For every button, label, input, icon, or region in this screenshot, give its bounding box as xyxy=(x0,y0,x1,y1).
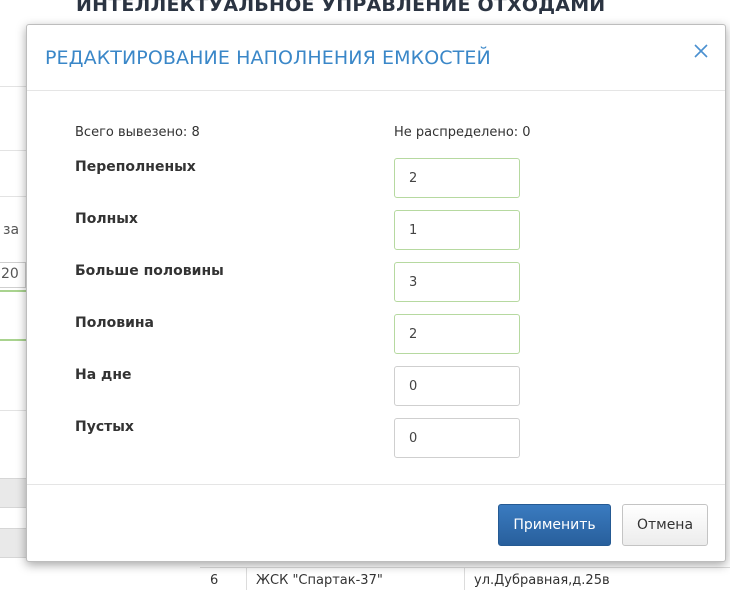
table-row[interactable]: 6 ЖСК "Спартак-37" ул.Дубравная,д.25в xyxy=(200,567,730,590)
half-label: Половина xyxy=(75,315,154,331)
apply-button[interactable]: Применить xyxy=(498,504,611,546)
modal-footer-divider xyxy=(27,484,725,485)
at-bottom-input[interactable] xyxy=(394,366,520,406)
cancel-button[interactable]: Отмена xyxy=(622,504,708,546)
table-cell-separator xyxy=(246,568,247,590)
page-title: ИНТЕЛЛЕКТУАЛЬНОЕ УПРАВЛЕНИЕ ОТХОДАМИ xyxy=(76,0,606,16)
close-button[interactable] xyxy=(689,39,713,63)
modal-header: РЕДАКТИРОВАНИЕ НАПОЛНЕНИЯ ЕМКОСТЕЙ xyxy=(27,25,725,91)
empty-label: Пустых xyxy=(75,419,134,435)
total-taken-text: Всего вывезено: 8 xyxy=(75,125,200,140)
edit-fill-modal: РЕДАКТИРОВАНИЕ НАПОЛНЕНИЯ ЕМКОСТЕЙ Всего… xyxy=(26,24,726,562)
half-input[interactable] xyxy=(394,314,520,354)
background-divider xyxy=(0,196,26,197)
background-underline xyxy=(0,339,26,341)
table-cell-separator xyxy=(464,568,465,590)
at-bottom-label: На дне xyxy=(75,367,132,383)
empty-input[interactable] xyxy=(394,418,520,458)
overfilled-label: Переполненых xyxy=(75,159,196,175)
not-distributed-text: Не распределено: 0 xyxy=(394,125,531,140)
background-date-value: 20 xyxy=(1,266,19,282)
more-than-half-input[interactable] xyxy=(394,262,520,302)
background-underline xyxy=(0,290,26,292)
full-input[interactable] xyxy=(394,210,520,250)
table-cell-address: ул.Дубравная,д.25в xyxy=(474,573,610,588)
modal-title: РЕДАКТИРОВАНИЕ НАПОЛНЕНИЯ ЕМКОСТЕЙ xyxy=(45,47,491,69)
full-label: Полных xyxy=(75,211,138,227)
background-divider xyxy=(0,410,26,411)
table-cell-name: ЖСК "Спартак-37" xyxy=(256,573,383,588)
background-table-header xyxy=(0,478,26,508)
close-icon xyxy=(694,44,708,58)
background-table-header xyxy=(0,528,26,558)
background-divider xyxy=(0,150,26,151)
background-column-label: за xyxy=(3,222,20,238)
overfilled-input[interactable] xyxy=(394,158,520,198)
table-cell-number: 6 xyxy=(210,573,219,588)
background-date-input[interactable]: 20 xyxy=(0,262,26,288)
background-divider xyxy=(0,86,26,87)
more-than-half-label: Больше половины xyxy=(75,263,224,279)
